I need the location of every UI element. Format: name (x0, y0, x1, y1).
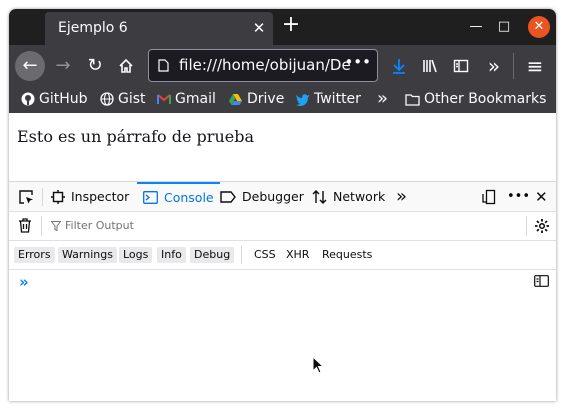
tab-inspector[interactable]: Inspector (51, 182, 129, 211)
new-tab-button[interactable]: + (280, 14, 302, 37)
bookmark-label: Gmail (175, 91, 216, 107)
home-button[interactable] (112, 52, 140, 80)
tab-label: Network (333, 189, 386, 204)
filter-requests[interactable]: Requests (322, 247, 372, 263)
folder-icon (405, 93, 420, 106)
filter-placeholder: Filter Output (65, 219, 134, 232)
maximize-button[interactable]: □ (495, 18, 513, 36)
github-icon (21, 92, 35, 106)
devtools-panel: Inspector Console Debugger Network » •••… (9, 181, 556, 401)
filter-css[interactable]: CSS (254, 247, 276, 263)
download-icon (393, 59, 405, 74)
bookmark-github[interactable]: GitHub (21, 91, 88, 107)
tab-ejemplo-6[interactable]: Ejemplo 6 ✕ (45, 12, 273, 45)
url-text[interactable]: file:///home/obijuan/De (179, 56, 351, 74)
tab-close-icon[interactable]: ✕ (249, 18, 269, 38)
toolbar-separator (513, 53, 514, 79)
minimize-button[interactable]: — (467, 18, 485, 36)
bookmark-twitter[interactable]: Twitter (295, 91, 361, 107)
gear-icon[interactable] (534, 218, 550, 234)
devtools-options-button[interactable]: ••• (507, 182, 530, 211)
window-close-button[interactable]: ✕ (528, 16, 550, 38)
filter-xhr[interactable]: XHR (286, 247, 309, 263)
toolbar-overflow-button[interactable]: » (480, 52, 508, 80)
back-button[interactable]: ← (15, 51, 45, 81)
url-bar[interactable]: file:///home/obijuan/De ••• (148, 49, 378, 82)
filter-output-input[interactable]: Filter Output (51, 219, 134, 232)
filter-separator (526, 216, 527, 236)
devtools-toolbar: Inspector Console Debugger Network » •••… (9, 182, 556, 212)
devtools-close-button[interactable]: ✕ (535, 182, 548, 211)
page-actions-icon[interactable]: ••• (344, 53, 371, 71)
tab-label: Console (164, 190, 214, 205)
bookmark-label: Drive (247, 91, 285, 107)
inspector-icon (51, 189, 65, 204)
library-icon (423, 59, 437, 73)
sidebar-button[interactable] (447, 52, 475, 80)
tab-title: Ejemplo 6 (58, 20, 128, 36)
title-bar: Ejemplo 6 ✕ + — □ ✕ (9, 9, 556, 45)
paragraph: Esto es un párrafo de prueba (17, 127, 254, 146)
debugger-icon (220, 190, 236, 203)
library-button[interactable] (416, 52, 444, 80)
bookmarks-overflow-button[interactable]: » (377, 88, 388, 109)
tab-network[interactable]: Network (312, 182, 385, 211)
bookmark-gmail[interactable]: Gmail (157, 91, 216, 107)
devtools-separator (42, 188, 43, 206)
gmail-icon (157, 94, 171, 104)
editor-mode-icon[interactable] (534, 275, 549, 287)
other-bookmarks[interactable]: Other Bookmarks (405, 91, 546, 107)
trash-icon[interactable] (18, 218, 32, 233)
tab-console[interactable]: Console (137, 182, 220, 211)
devtools-tabs-overflow-button[interactable]: » (396, 182, 407, 211)
console-output[interactable]: » (9, 270, 556, 401)
bookmark-label: GitHub (39, 91, 88, 107)
network-icon (312, 189, 327, 204)
page-content: Esto es un párrafo de prueba (9, 113, 556, 181)
browser-window: Ejemplo 6 ✕ + — □ ✕ ← → ↻ file:///home/o… (9, 9, 556, 401)
filter-warnings[interactable]: Warnings (58, 247, 117, 263)
filter-logs[interactable]: Logs (119, 247, 153, 263)
tab-label: Debugger (242, 189, 304, 204)
bookmark-label: Twitter (314, 91, 361, 107)
responsive-design-icon[interactable] (481, 189, 497, 205)
tab-label: Inspector (71, 189, 130, 204)
console-prompt-icon: » (19, 273, 29, 291)
filter-info[interactable]: Info (157, 247, 186, 263)
menu-button[interactable]: ≡ (521, 52, 549, 80)
bookmark-gist[interactable]: Gist (100, 91, 146, 107)
chip-separator (241, 246, 242, 264)
filter-debug[interactable]: Debug (190, 247, 235, 263)
forward-button[interactable]: → (49, 52, 77, 80)
bookmark-label: Other Bookmarks (424, 91, 547, 107)
home-icon (119, 58, 133, 73)
page-icon (158, 59, 169, 72)
mouse-cursor-icon (312, 356, 324, 374)
twitter-icon (296, 93, 309, 106)
console-log-levels: Errors Warnings Logs Info Debug CSS XHR … (9, 241, 556, 270)
drive-icon (229, 93, 242, 105)
bookmarks-toolbar: GitHub Gist Gmail Drive Twitter » Other … (9, 87, 556, 113)
sidebar-icon (453, 59, 469, 73)
filter-errors[interactable]: Errors (14, 247, 55, 263)
navigation-toolbar: ← → ↻ file:///home/obijuan/De ••• » ≡ (9, 45, 556, 87)
tab-debugger[interactable]: Debugger (220, 182, 304, 211)
reload-button[interactable]: ↻ (81, 52, 109, 80)
console-filter-bar: Filter Output (9, 212, 556, 241)
downloads-button[interactable] (385, 52, 413, 80)
bookmark-drive[interactable]: Drive (228, 91, 284, 107)
console-icon (143, 191, 158, 204)
globe-icon (100, 92, 114, 106)
filter-icon (51, 220, 61, 231)
filter-separator (41, 216, 42, 236)
element-picker-icon[interactable] (18, 189, 34, 205)
bookmark-label: Gist (118, 91, 146, 107)
